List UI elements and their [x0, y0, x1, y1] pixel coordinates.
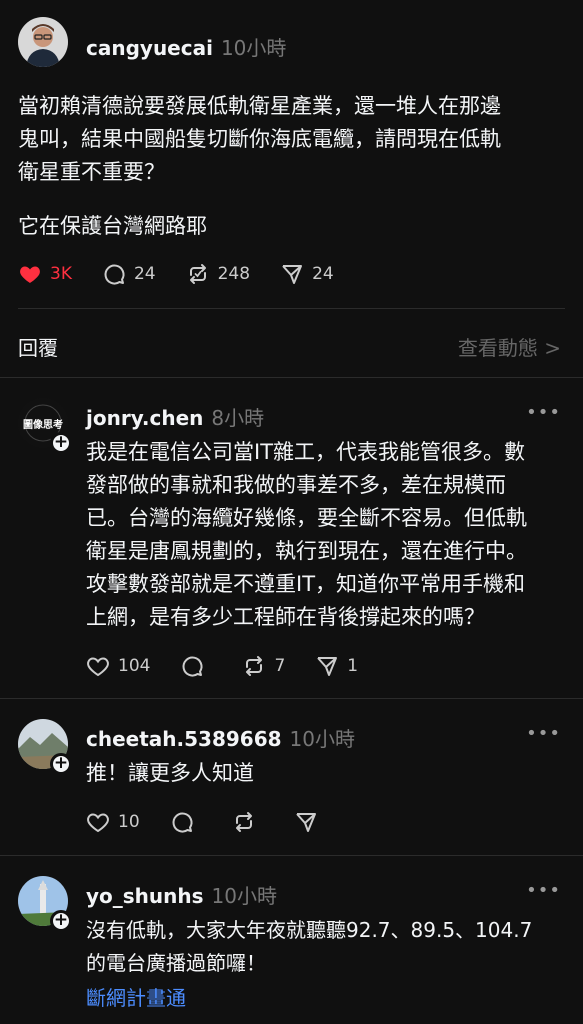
repost-icon — [246, 656, 263, 676]
share-button[interactable]: 1 — [315, 654, 358, 678]
more-icon[interactable]: ••• — [526, 723, 561, 744]
comment-button[interactable] — [170, 810, 202, 834]
reply: + yo_shunhs 10小時 ••• 沒有低軌，大家大年夜就聽聽92.7、89… — [0, 856, 583, 1024]
username[interactable]: yo_shunhs 10小時 — [86, 880, 277, 909]
send-icon — [317, 657, 338, 676]
like-button[interactable]: 10 — [86, 810, 140, 834]
avatar[interactable] — [18, 17, 68, 67]
comment-icon — [172, 812, 193, 833]
repost-button[interactable] — [232, 810, 264, 834]
timestamp: 10小時 — [289, 727, 355, 751]
follow-button[interactable]: + — [50, 910, 72, 932]
username[interactable]: jonry.chen 8小時 — [86, 402, 264, 431]
username[interactable]: cangyuecai 10小時 — [86, 32, 286, 61]
reply: + cheetah.5389668 10小時 ••• 推！讓更多人知道 10 — [0, 699, 583, 855]
repost-button[interactable]: 248 — [186, 262, 250, 286]
heart-filled-icon — [20, 266, 40, 283]
post-text: 當初賴清德說要發展低軌衛星產業，還一堆人在那邊 鬼叫，結果中國船隻切斷你海底電纜… — [18, 94, 501, 184]
reply-actions: 104 7 1 — [86, 654, 388, 678]
like-button[interactable]: 104 — [86, 654, 150, 678]
view-activity-link[interactable]: 查看動態 > — [458, 332, 561, 361]
more-icon[interactable]: ••• — [526, 880, 561, 901]
repost-button[interactable]: 7 — [242, 654, 285, 678]
avatar-text: 圖像思考 — [23, 418, 63, 431]
more-icon[interactable]: ••• — [526, 402, 561, 423]
heart-icon — [87, 657, 109, 677]
post-actions: 3K 24 248 24 — [18, 262, 364, 286]
repost-icon — [189, 264, 206, 284]
comment-icon — [104, 264, 125, 285]
comment-button[interactable]: 24 — [102, 262, 156, 286]
hashtag-link[interactable]: 斷網計畫通 — [86, 982, 186, 1011]
heart-icon — [87, 813, 109, 833]
share-button[interactable]: 24 — [280, 262, 334, 286]
repost-icon — [235, 812, 252, 832]
share-button[interactable] — [294, 810, 326, 834]
timestamp: 10小時 — [220, 36, 287, 60]
reply-text: 沒有低軌，大家大年夜就聽聽92.7、89.5、104.7 的電台廣播過節囉！ — [86, 918, 533, 975]
main-post: cangyuecai 10小時 當初賴清德說要發展低軌衛星產業，還一堆人在那邊 鬼… — [0, 0, 583, 310]
post-text-2: 它在保護台灣網路耶 — [18, 214, 207, 238]
reply: 圖像思考 + jonry.chen 8小時 ••• 我是在電信公司當IT雜工，代表… — [0, 378, 583, 698]
timestamp: 8小時 — [211, 406, 265, 430]
comment-icon — [182, 656, 203, 677]
reply-label: 回覆 — [18, 336, 58, 360]
reply-text: 推！讓更多人知道 — [86, 761, 254, 785]
timestamp: 10小時 — [211, 884, 277, 908]
comment-button[interactable] — [180, 654, 212, 678]
follow-button[interactable]: + — [50, 432, 72, 454]
username[interactable]: cheetah.5389668 10小時 — [86, 723, 355, 752]
send-icon — [282, 265, 303, 284]
send-icon — [295, 813, 316, 832]
reply-bar: 回覆 查看動態 > — [0, 320, 583, 372]
like-button[interactable]: 3K — [18, 262, 72, 286]
divider — [18, 308, 565, 309]
reply-actions: 10 — [86, 810, 356, 834]
reply-text: 我是在電信公司當IT雜工，代表我能管很多。數 發部做的事就和我做的事差不多，差在… — [86, 440, 527, 629]
follow-button[interactable]: + — [50, 753, 72, 775]
